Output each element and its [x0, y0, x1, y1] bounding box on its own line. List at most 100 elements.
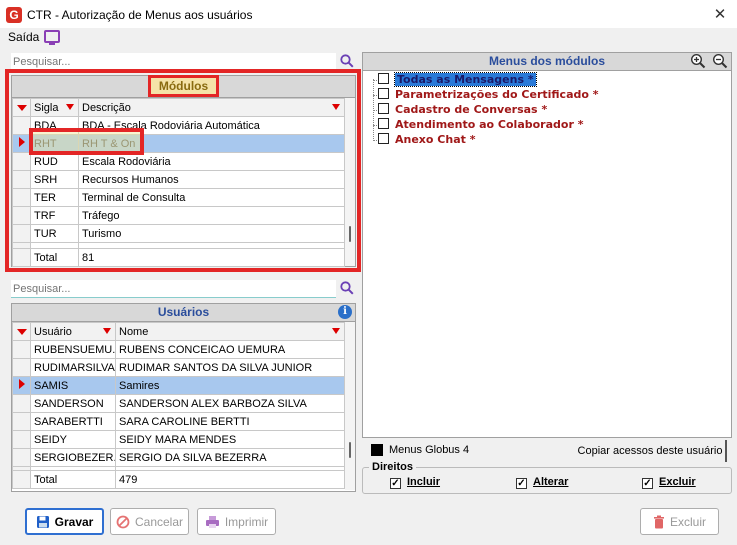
- cell-usuario[interactable]: RUBENSUEMU...: [30, 340, 116, 359]
- incluir-label: Incluir: [407, 476, 441, 488]
- rht-highlight-frame: [29, 128, 144, 155]
- modules-search-input[interactable]: [11, 53, 336, 70]
- table-row[interactable]: RUDIMARSILVA RUDIMAR SANTOS DA SILVA JUN…: [12, 358, 345, 377]
- table-row-selected[interactable]: SAMIS Samires: [12, 376, 345, 395]
- menu-tree-item[interactable]: Cadastro de Conversas *: [378, 103, 547, 116]
- cell-sigla[interactable]: RUD: [30, 152, 79, 171]
- imprimir-button[interactable]: Imprimir: [197, 508, 276, 535]
- menu-item-label[interactable]: Atendimento ao Colaborador *: [395, 118, 583, 131]
- cell-descricao[interactable]: Terminal de Consulta: [78, 188, 345, 207]
- table-row[interactable]: TRF Tráfego: [12, 206, 345, 225]
- column-nome[interactable]: Nome: [115, 322, 345, 341]
- filter-icon[interactable]: [332, 104, 340, 110]
- sort-icon[interactable]: [12, 98, 31, 117]
- cell-descricao[interactable]: Tráfego: [78, 206, 345, 225]
- cell-nome[interactable]: RUBENS CONCEICAO UEMURA: [115, 340, 345, 359]
- cell-nome[interactable]: SARA CAROLINE BERTTI: [115, 412, 345, 431]
- users-search-input[interactable]: [11, 280, 336, 297]
- cell-usuario[interactable]: SANDERSON: [30, 394, 116, 413]
- table-row[interactable]: TUR Turismo: [12, 224, 345, 243]
- scrollbar-thumb[interactable]: [349, 226, 351, 242]
- menu-item-label[interactable]: Parametrizações do Certificado *: [395, 88, 599, 101]
- scrollbar-thumb[interactable]: [349, 442, 351, 458]
- menu-tree-item[interactable]: Parametrizações do Certificado *: [378, 88, 599, 101]
- users-table: Usuário Nome RUBENSUEMU... RUBENS CONCEI…: [12, 322, 345, 489]
- table-row[interactable]: RUD Escala Rodoviária: [12, 152, 345, 171]
- row-indicator: [12, 412, 31, 431]
- menu-item-label[interactable]: Todas as Mensagens *: [394, 72, 537, 87]
- search-icon[interactable]: [340, 281, 354, 295]
- menu-saida[interactable]: Saída: [8, 30, 39, 44]
- table-row[interactable]: SEIDY SEIDY MARA MENDES: [12, 430, 345, 449]
- zoom-out-icon[interactable]: [712, 53, 728, 69]
- modules-scrollbar[interactable]: [345, 98, 355, 266]
- cell-usuario[interactable]: SARABERTTI: [30, 412, 116, 431]
- cell-usuario[interactable]: RUDIMARSILVA: [30, 358, 116, 377]
- cell-usuario[interactable]: SEIDY: [30, 430, 116, 449]
- menu-checkbox[interactable]: [378, 88, 389, 99]
- cell-sigla[interactable]: SRH: [30, 170, 79, 189]
- modules-panel: Módulos Sigla Descrição BDA BDA - Escala…: [11, 75, 356, 267]
- menu-checkbox[interactable]: [378, 133, 389, 144]
- info-icon[interactable]: i: [338, 305, 352, 319]
- menu-checkbox[interactable]: [378, 73, 389, 84]
- cell-descricao[interactable]: Turismo: [78, 224, 345, 243]
- table-row[interactable]: SRH Recursos Humanos: [12, 170, 345, 189]
- gravar-label: Gravar: [54, 514, 94, 529]
- users-search-field[interactable]: [11, 280, 336, 298]
- check-icon[interactable]: ✓: [390, 478, 401, 489]
- column-sigla[interactable]: Sigla: [30, 98, 79, 117]
- cell-nome[interactable]: SEIDY MARA MENDES: [115, 430, 345, 449]
- close-icon[interactable]: ✕: [711, 5, 729, 23]
- table-row[interactable]: RUBENSUEMU... RUBENS CONCEICAO UEMURA: [12, 340, 345, 359]
- check-icon[interactable]: ✓: [516, 478, 527, 489]
- alterar-checkbox[interactable]: ✓ Alterar: [516, 476, 568, 489]
- users-scrollbar[interactable]: [345, 322, 355, 490]
- cell-sigla[interactable]: TER: [30, 188, 79, 207]
- table-row[interactable]: TER Terminal de Consulta: [12, 188, 345, 207]
- filter-icon[interactable]: [66, 104, 74, 110]
- cell-nome[interactable]: SERGIO DA SILVA BEZERRA: [115, 448, 345, 467]
- cell-sigla[interactable]: TUR: [30, 224, 79, 243]
- menu-item-label[interactable]: Cadastro de Conversas *: [395, 103, 547, 116]
- table-row[interactable]: SANDERSON SANDERSON ALEX BARBOZA SILVA: [12, 394, 345, 413]
- cancelar-button[interactable]: Cancelar: [110, 508, 189, 535]
- excluir-button[interactable]: Excluir: [640, 508, 719, 535]
- menu-tree-item[interactable]: Anexo Chat *: [378, 133, 475, 146]
- total-value: 81: [78, 248, 345, 267]
- cell-nome[interactable]: RUDIMAR SANTOS DA SILVA JUNIOR: [115, 358, 345, 377]
- cell-descricao[interactable]: Recursos Humanos: [78, 170, 345, 189]
- cell-nome[interactable]: SANDERSON ALEX BARBOZA SILVA: [115, 394, 345, 413]
- cell-descricao[interactable]: Escala Rodoviária: [78, 152, 345, 171]
- cell-usuario[interactable]: SAMIS: [30, 376, 116, 395]
- row-indicator: [12, 430, 31, 449]
- legend-label: Menus Globus 4: [389, 444, 470, 456]
- cell-sigla[interactable]: TRF: [30, 206, 79, 225]
- modules-header: Módulos: [12, 75, 355, 98]
- monitor-icon[interactable]: [44, 30, 60, 45]
- menu-item-label[interactable]: Anexo Chat *: [395, 133, 475, 146]
- check-icon[interactable]: ✓: [642, 478, 653, 489]
- search-icon[interactable]: [340, 54, 354, 68]
- filter-icon[interactable]: [332, 328, 340, 334]
- menu-checkbox[interactable]: [378, 103, 389, 114]
- gravar-button[interactable]: Gravar: [25, 508, 104, 535]
- incluir-checkbox[interactable]: ✓ Incluir: [390, 476, 440, 489]
- column-usuario[interactable]: Usuário: [30, 322, 116, 341]
- cell-nome[interactable]: Samires: [115, 376, 345, 395]
- table-row[interactable]: SARABERTTI SARA CAROLINE BERTTI: [12, 412, 345, 431]
- cell-usuario[interactable]: SERGIOBEZER...: [30, 448, 116, 467]
- table-row[interactable]: SERGIOBEZER... SERGIO DA SILVA BEZERRA: [12, 448, 345, 467]
- zoom-in-icon[interactable]: [690, 53, 706, 69]
- sort-icon[interactable]: [12, 322, 31, 341]
- menu-checkbox[interactable]: [378, 118, 389, 129]
- row-indicator: [12, 394, 31, 413]
- menu-tree-item[interactable]: Todas as Mensagens *: [378, 72, 537, 87]
- column-descricao[interactable]: Descrição: [78, 98, 345, 117]
- column-usuario-label: Usuário: [34, 325, 72, 338]
- copy-access-button[interactable]: Copiar acessos deste usuário: [575, 440, 727, 462]
- filter-icon[interactable]: [103, 328, 111, 334]
- excluir-checkbox[interactable]: ✓ Excluir: [642, 476, 696, 489]
- menu-tree-item[interactable]: Atendimento ao Colaborador *: [378, 118, 583, 131]
- row-indicator: [12, 248, 31, 267]
